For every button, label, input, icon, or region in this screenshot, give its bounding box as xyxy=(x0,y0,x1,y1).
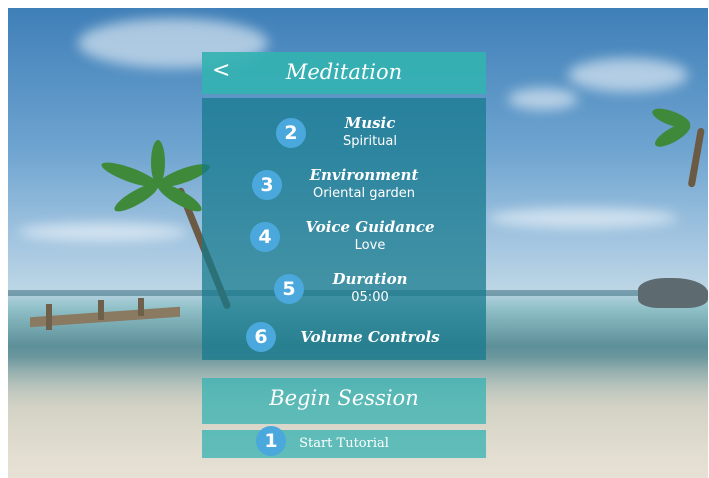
menu-item-label: Duration xyxy=(332,270,408,288)
dock-post xyxy=(46,304,52,330)
cloud xyxy=(568,58,688,92)
start-tutorial-label: Start Tutorial xyxy=(299,436,389,451)
menu-item-duration[interactable]: 5 Duration 05:00 xyxy=(202,270,486,314)
header-bar: < Meditation xyxy=(202,52,486,94)
menu-item-label: Environment xyxy=(309,166,419,184)
menu-item-voice-guidance[interactable]: 4 Voice Guidance Love xyxy=(202,218,486,262)
dock-post xyxy=(138,298,144,316)
menu-item-value: Spiritual xyxy=(343,134,397,149)
start-tutorial-button[interactable]: 1 Start Tutorial xyxy=(202,426,486,458)
menu-item-value: Oriental garden xyxy=(312,186,416,201)
begin-session-button[interactable]: Begin Session xyxy=(202,378,486,424)
palm-frond xyxy=(154,178,205,217)
rock xyxy=(638,278,708,308)
settings-list: 2 Music Spiritual 3 Environment Oriental… xyxy=(202,98,486,360)
menu-item-value: Love xyxy=(354,238,386,253)
menu-item-label: Music xyxy=(344,114,396,132)
menu-item-music[interactable]: 2 Music Spiritual xyxy=(202,114,486,158)
menu-item-label: Volume Controls xyxy=(300,328,440,346)
page-title: Meditation xyxy=(285,60,403,84)
menu-item-value: 05:00 xyxy=(351,290,389,305)
palm-trunk xyxy=(687,127,705,188)
menu-item-label: Voice Guidance xyxy=(305,218,435,236)
palm-frond xyxy=(151,140,165,185)
menu-item-environment[interactable]: 3 Environment Oriental garden xyxy=(202,166,486,210)
wooden-dock xyxy=(30,306,180,328)
cloud xyxy=(508,88,578,110)
cloud xyxy=(18,223,188,241)
dock-post xyxy=(98,300,104,320)
begin-session-label: Begin Session xyxy=(269,386,419,410)
cloud xyxy=(488,208,678,228)
menu-item-volume-controls[interactable]: 6 Volume Controls xyxy=(202,322,486,366)
